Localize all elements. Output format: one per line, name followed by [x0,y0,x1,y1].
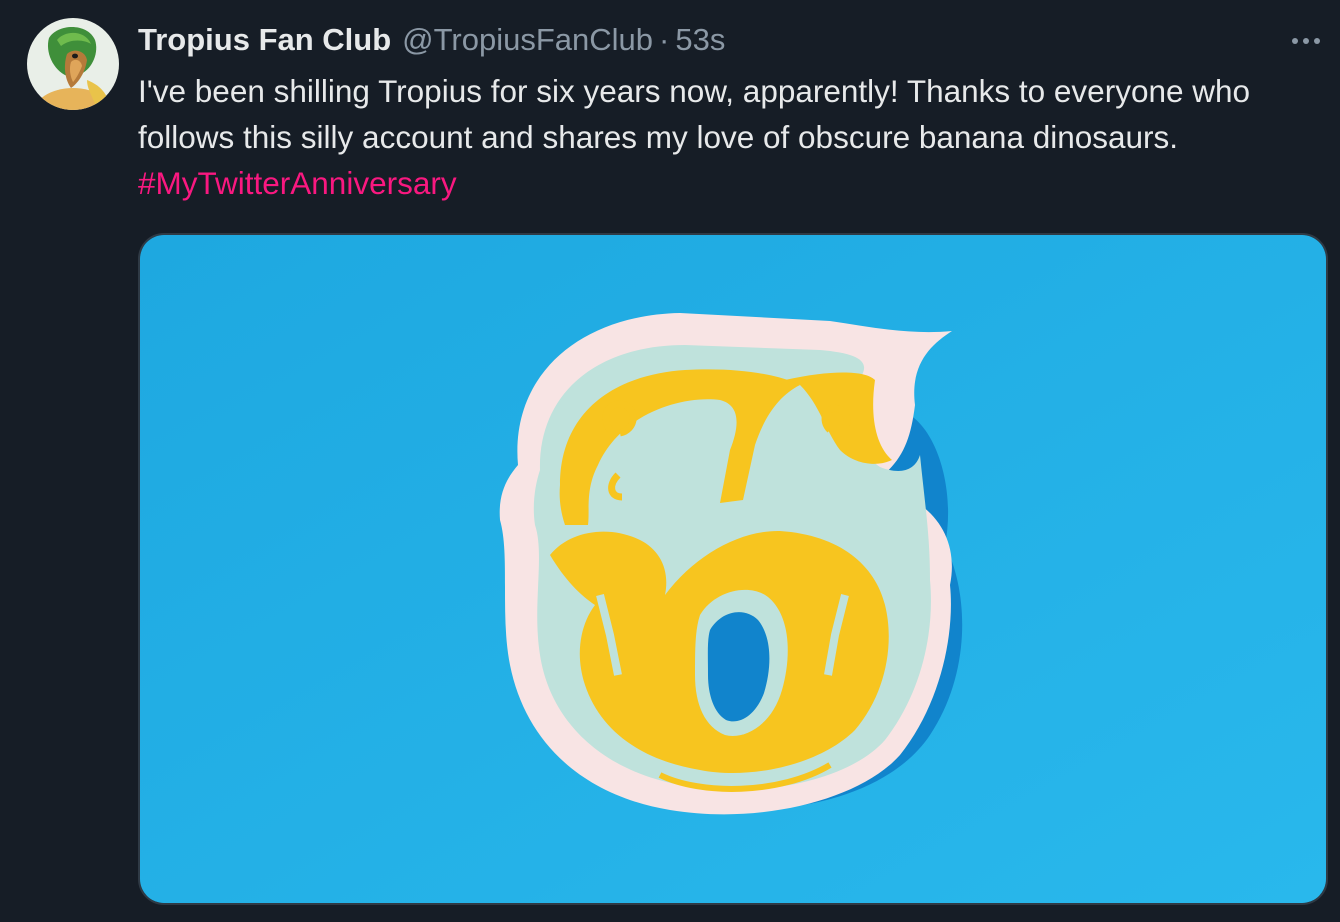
display-name[interactable]: Tropius Fan Club [138,20,391,60]
avatar[interactable] [27,18,119,110]
separator-dot: · [659,22,670,57]
tropius-avatar-icon [27,18,119,110]
tweet[interactable]: Tropius Fan Club @TropiusFanClub · 53s I… [0,0,1340,922]
timestamp[interactable]: 53s [675,20,725,60]
tweet-text: I've been shilling Tropius for six years… [138,68,1328,206]
more-options-icon-dot [1303,38,1309,44]
tweet-header: Tropius Fan Club @TropiusFanClub · 53s [138,20,725,60]
more-options-icon [1292,38,1298,44]
more-options-icon-dot [1314,38,1320,44]
user-handle[interactable]: @TropiusFanClub [402,20,653,60]
hashtag-link[interactable]: #MyTwitterAnniversary [138,165,457,201]
tweet-body: I've been shilling Tropius for six years… [138,73,1251,155]
paper-cut-number-six-image [140,235,1326,903]
more-options-button[interactable] [1286,28,1326,54]
tweet-media[interactable] [138,233,1328,905]
